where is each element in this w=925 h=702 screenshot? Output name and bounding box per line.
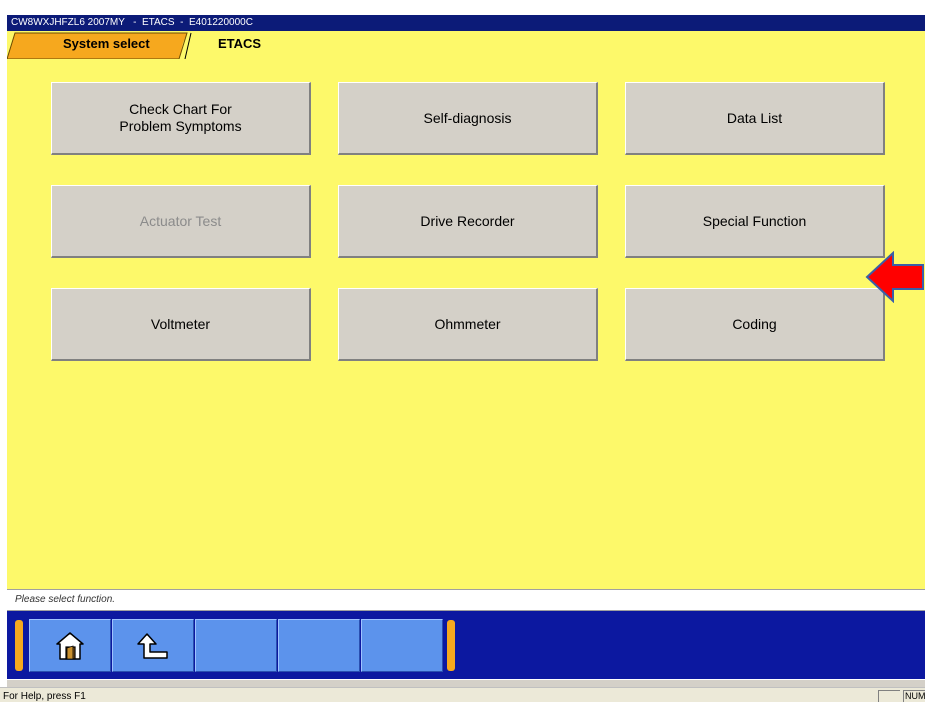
voltmeter-button[interactable]: Voltmeter bbox=[51, 288, 311, 361]
special-function-button[interactable]: Special Function bbox=[625, 185, 885, 258]
breadcrumb: System select ETACS bbox=[7, 31, 925, 59]
up-arrow-icon bbox=[137, 632, 168, 659]
toolbar-right-cap bbox=[447, 620, 455, 671]
help-hint: For Help, press F1 bbox=[3, 691, 86, 702]
status-message-bar: Please select function. bbox=[7, 589, 925, 611]
toolbar-button-3[interactable] bbox=[195, 619, 277, 672]
back-button[interactable] bbox=[112, 619, 194, 672]
window-status-bar: For Help, press F1 NUM bbox=[0, 687, 925, 702]
self-diagnosis-button[interactable]: Self-diagnosis bbox=[338, 82, 598, 155]
num-lock-indicator: NUM bbox=[903, 690, 925, 702]
drive-recorder-button[interactable]: Drive Recorder bbox=[338, 185, 598, 258]
toolbar-left-cap bbox=[15, 620, 23, 671]
self-diagnosis-label: Self-diagnosis bbox=[423, 109, 512, 126]
home-button[interactable] bbox=[29, 619, 111, 672]
status-message: Please select function. bbox=[15, 594, 116, 605]
breadcrumb-item-system-select[interactable]: System select bbox=[63, 35, 150, 53]
data-list-label: Data List bbox=[726, 109, 783, 126]
bottom-toolbar bbox=[7, 611, 925, 679]
ohmmeter-label: Ohmmeter bbox=[434, 315, 501, 332]
toolbar-button-4[interactable] bbox=[278, 619, 360, 672]
function-panel: Check Chart For Problem Symptoms Self-di… bbox=[7, 59, 925, 589]
window-title: CW8WXJHFZL6 2007MY - ETACS - E401220000C bbox=[7, 15, 925, 31]
app-window: CW8WXJHFZL6 2007MY - ETACS - E401220000C… bbox=[0, 0, 925, 702]
pointer-arrow-icon bbox=[865, 251, 924, 303]
ohmmeter-button[interactable]: Ohmmeter bbox=[338, 288, 598, 361]
data-list-button[interactable]: Data List bbox=[625, 82, 885, 155]
toolbar-button-5[interactable] bbox=[361, 619, 443, 672]
coding-button[interactable]: Coding bbox=[625, 288, 885, 361]
actuator-test-label: Actuator Test bbox=[139, 212, 222, 229]
actuator-test-button: Actuator Test bbox=[51, 185, 311, 258]
home-icon bbox=[56, 631, 84, 660]
window-separator bbox=[7, 679, 925, 687]
drive-recorder-label: Drive Recorder bbox=[420, 212, 515, 229]
status-pane-blank bbox=[878, 690, 900, 702]
coding-label: Coding bbox=[732, 315, 777, 332]
voltmeter-label: Voltmeter bbox=[150, 315, 211, 332]
breadcrumb-item-etacs: ETACS bbox=[218, 36, 262, 51]
check-chart-button[interactable]: Check Chart For Problem Symptoms bbox=[51, 82, 311, 155]
special-function-label: Special Function bbox=[702, 212, 807, 229]
check-chart-label: Check Chart For Problem Symptoms bbox=[119, 101, 242, 134]
